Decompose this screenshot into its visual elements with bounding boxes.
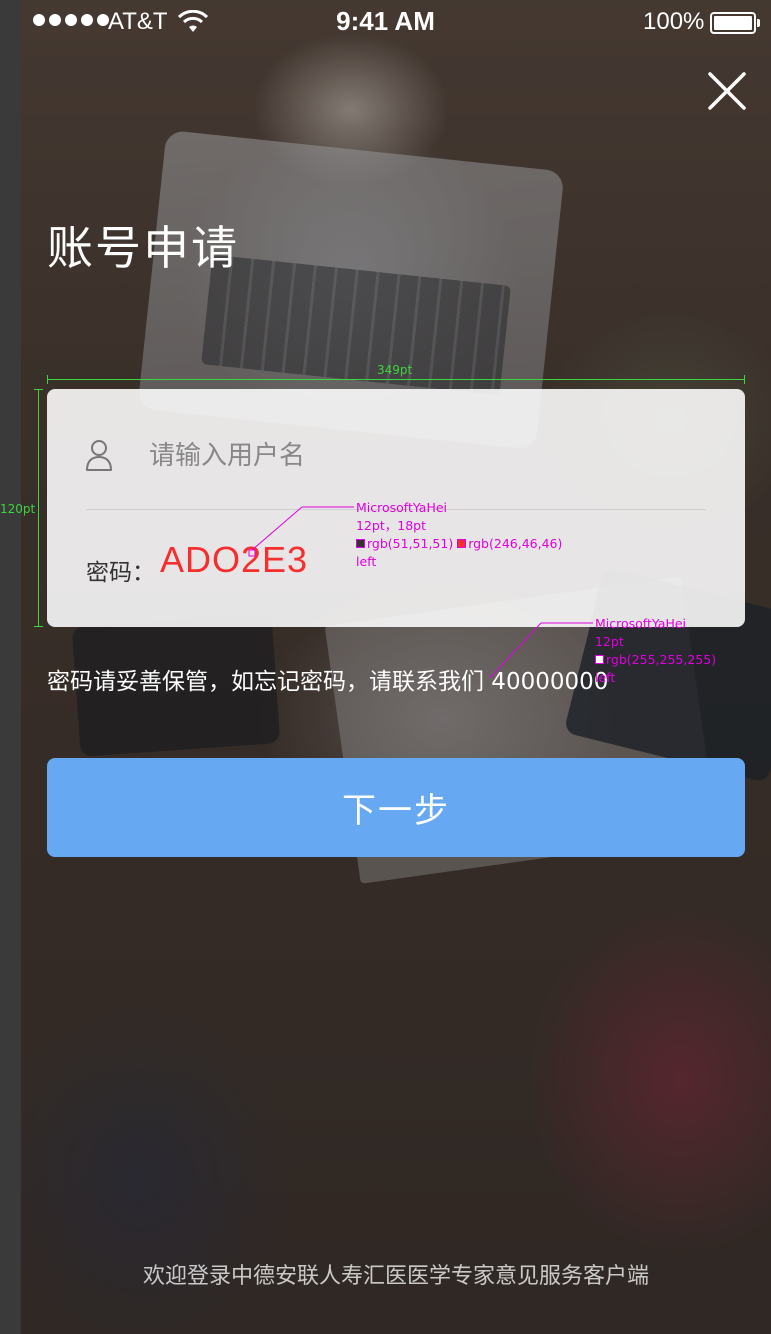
- width-measure-line: [47, 375, 745, 384]
- next-step-button[interactable]: 下一步: [47, 758, 745, 857]
- page-title: 账号申请: [47, 221, 239, 275]
- color-swatch-white: [595, 655, 604, 664]
- color-swatch-gray: [356, 539, 365, 548]
- footer-welcome-text: 欢迎登录中德安联人寿汇医医学专家意见服务客户端: [142, 1264, 649, 1289]
- password-label: 密码：: [86, 560, 155, 586]
- height-measure-label: 120pt: [0, 502, 36, 516]
- password-hint-text: 密码请妥善保管，如忘记密码，请联系我们 40000000: [47, 669, 609, 695]
- password-value: ADO2E3: [160, 539, 309, 580]
- password-spec-annotation: MicrosoftYaHei 12pt，18pt rgb(51,51,51) r…: [356, 500, 563, 569]
- height-measure-line: [34, 389, 43, 627]
- color-swatch-red: [457, 539, 467, 548]
- left-edge-strip: [0, 0, 21, 1334]
- status-bar: AT&T 9:41 AM 100%: [0, 0, 771, 42]
- battery-percent: 100%: [643, 8, 705, 35]
- username-input[interactable]: [147, 433, 691, 479]
- battery-icon: [710, 12, 760, 34]
- width-measure-label: 349pt: [377, 363, 413, 377]
- close-icon[interactable]: [706, 70, 748, 112]
- user-icon: [86, 440, 112, 471]
- hint-spec-annotation: MicrosoftYaHei 12pt rgb(255,255,255) lef…: [595, 616, 717, 685]
